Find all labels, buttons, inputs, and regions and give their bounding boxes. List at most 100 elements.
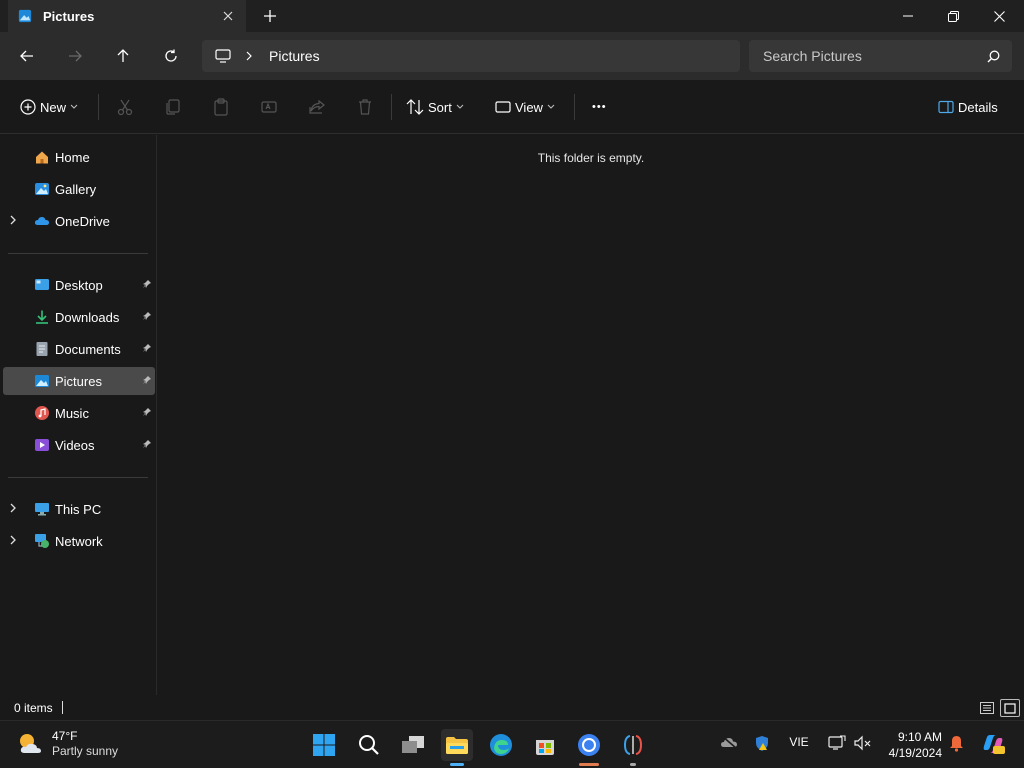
item-count: 0 items [14,701,53,715]
sort-icon [406,99,424,115]
restore-icon [947,10,959,22]
breadcrumb-pictures[interactable]: Pictures [269,48,320,64]
search-box[interactable]: Search Pictures [749,40,1012,72]
file-list-area[interactable]: This folder is empty. [158,135,1024,695]
new-tab-button[interactable] [258,6,282,26]
gallery-icon [35,183,49,195]
search-icon [987,50,1000,63]
shield-warning-icon [756,736,768,751]
minimize-icon [903,15,913,17]
large-icons-view-button[interactable] [1000,699,1020,717]
cut-icon [117,99,133,116]
sort-label: Sort [428,99,452,115]
address-bar[interactable]: Pictures [202,40,740,72]
chevron-down-icon [547,104,555,109]
security-tray-icon[interactable] [752,735,772,752]
chevron-right-icon[interactable] [9,214,17,226]
forward-button[interactable] [59,40,91,72]
rename-button[interactable] [260,92,278,122]
sidebar-item-onedrive[interactable]: OneDrive [3,207,155,235]
clock-date: 4/19/2024 [888,746,942,760]
chevron-right-icon[interactable] [9,502,17,514]
restore-button[interactable] [930,0,976,32]
sidebar-item-music[interactable]: Music [3,399,155,427]
weather-widget[interactable]: 47°F Partly sunny [16,729,118,759]
close-button[interactable] [976,0,1022,32]
file-explorer-icon [446,737,468,754]
sidebar-item-home[interactable]: Home [3,143,155,171]
title-bar: Pictures [0,0,1024,32]
view-button[interactable]: View [495,92,555,122]
sort-button[interactable]: Sort [406,92,464,122]
minimize-button[interactable] [885,0,931,32]
pin-icon[interactable] [142,311,152,321]
clock[interactable]: 9:10 AM 4/19/2024 [880,729,942,761]
documents-icon [36,342,48,356]
divider [8,253,148,254]
language-indicator[interactable]: VIE [786,735,812,749]
task-view-button[interactable] [397,729,429,761]
copilot-button[interactable] [980,732,1006,756]
divider [62,701,63,714]
display-network-icon [828,735,846,750]
back-button[interactable] [11,40,43,72]
start-button[interactable] [308,729,340,761]
paste-button[interactable] [212,92,230,122]
more-options-button[interactable]: ••• [588,92,611,122]
search-button[interactable] [353,729,385,761]
divider [391,94,392,120]
empty-folder-message: This folder is empty. [537,151,645,165]
details-view-button[interactable] [977,699,997,717]
this-pc-icon [35,503,49,516]
pin-icon[interactable] [142,375,152,385]
taskbar-app[interactable] [617,729,649,766]
pin-icon[interactable] [142,439,152,449]
sidebar-item-downloads[interactable]: Downloads [3,303,155,331]
notifications-button[interactable] [947,735,965,752]
sidebar-item-documents[interactable]: Documents [3,335,155,363]
pin-icon[interactable] [142,407,152,417]
sidebar-item-label: Home [55,150,90,165]
close-icon [993,10,1005,22]
sidebar-item-pictures[interactable]: Pictures [3,367,155,395]
search-input[interactable]: Search Pictures [763,48,987,64]
copy-button[interactable] [164,92,182,122]
delete-button[interactable] [356,92,374,122]
refresh-icon [165,49,177,62]
pin-icon[interactable] [142,279,152,289]
sidebar-item-network[interactable]: Network [3,527,155,555]
taskbar-store[interactable] [529,729,561,761]
sidebar-item-gallery[interactable]: Gallery [3,175,155,203]
chevron-right-icon[interactable] [245,51,253,61]
start-icon [313,734,335,756]
volume-tray-icon[interactable] [853,735,873,751]
app-icon [623,735,643,755]
taskbar-edge[interactable] [485,729,517,761]
new-button[interactable]: New [20,92,78,122]
chevron-right-icon[interactable] [9,534,17,546]
taskbar-file-explorer[interactable] [441,729,473,766]
up-button[interactable] [107,40,139,72]
cut-button[interactable] [116,92,134,122]
sidebar-item-videos[interactable]: Videos [3,431,155,459]
sidebar-item-label: Videos [55,438,95,453]
search-icon [359,735,379,755]
details-button[interactable]: Details [938,92,1002,122]
network-icon [35,534,49,548]
sidebar-item-desktop[interactable]: Desktop [3,271,155,299]
tab-pictures[interactable]: Pictures [8,0,246,32]
sidebar-item-this-pc[interactable]: This PC [3,495,155,523]
pin-icon[interactable] [142,343,152,353]
share-button[interactable] [308,92,326,122]
up-icon [117,49,129,62]
clock-time: 9:10 AM [897,730,942,744]
refresh-button[interactable] [155,40,187,72]
weather-description: Partly sunny [52,744,119,758]
navigation-pane: Home Gallery OneDrive Desktop Downloads … [0,135,157,695]
close-tab-icon[interactable] [216,4,240,28]
taskbar-chrome[interactable] [573,729,605,766]
sidebar-item-label: Network [55,534,103,549]
weather-temperature: 47°F [52,729,78,743]
onedrive-tray-icon[interactable] [719,735,739,749]
network-tray-icon[interactable] [827,735,847,751]
